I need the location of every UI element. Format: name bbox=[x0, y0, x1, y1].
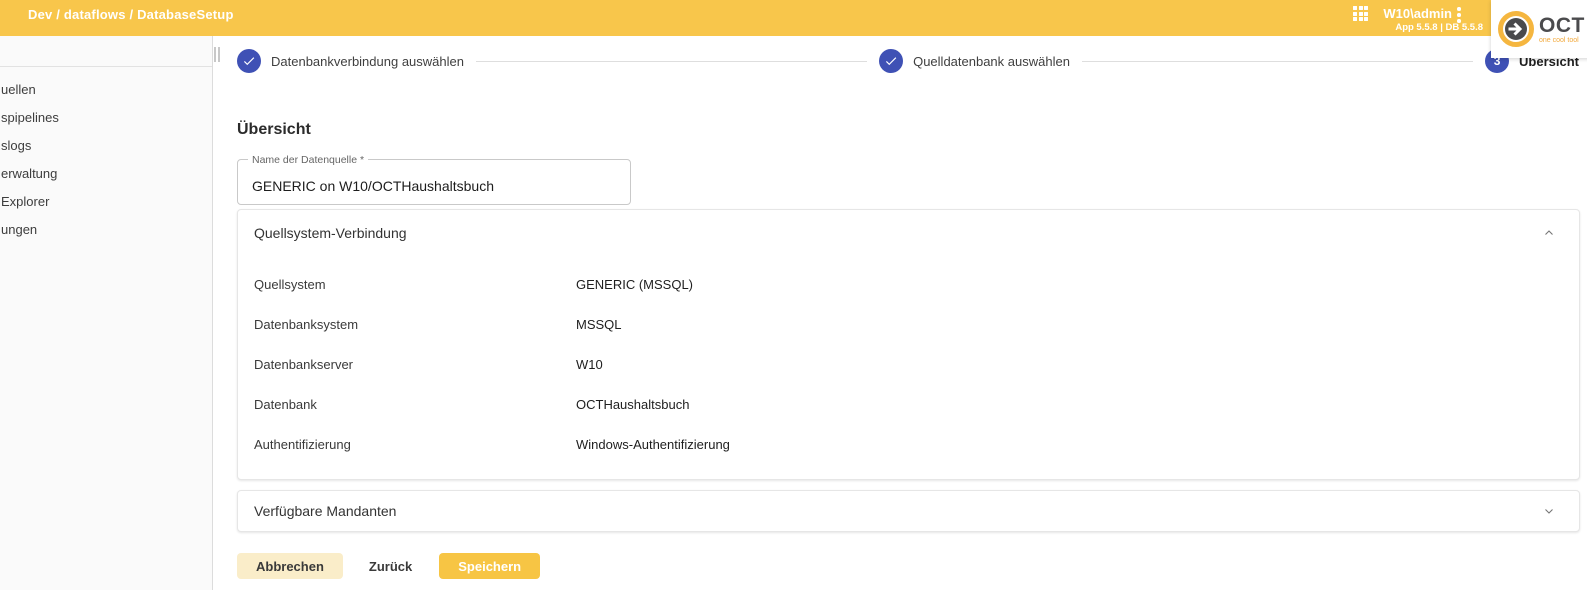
step-2[interactable]: Quelldatenbank auswählen bbox=[879, 49, 1070, 73]
user-menu[interactable]: W10\admin bbox=[1383, 6, 1452, 21]
datasource-name-label: Name der Datenquelle * bbox=[248, 154, 368, 166]
chevron-up-icon[interactable] bbox=[1543, 227, 1555, 239]
mandanten-panel-title: Verfügbare Mandanten bbox=[254, 503, 396, 519]
connection-panel-title: Quellsystem-Verbindung bbox=[254, 225, 407, 241]
detail-row: Datenbanksystem MSSQL bbox=[238, 304, 1579, 344]
sidebar-item-label: ungen bbox=[1, 222, 37, 237]
detail-value: GENERIC (MSSQL) bbox=[576, 277, 693, 292]
sidebar-header bbox=[0, 36, 212, 67]
wizard-content: Übersicht Name der Datenquelle * Quellsy… bbox=[237, 121, 1580, 579]
sidebar-item-einstellungen[interactable]: ungen bbox=[0, 215, 212, 243]
datasource-name-input[interactable] bbox=[252, 178, 616, 194]
main-area: Datenbankverbindung auswählen Quelldaten… bbox=[214, 36, 1587, 590]
oct-logo-icon bbox=[1497, 10, 1535, 48]
datasource-name-field[interactable]: Name der Datenquelle * bbox=[237, 159, 631, 205]
detail-value: Windows-Authentifizierung bbox=[576, 437, 730, 452]
detail-label: Authentifizierung bbox=[254, 437, 576, 452]
oct-logo: OCT one cool tool bbox=[1491, 0, 1587, 58]
mandanten-panel: Verfügbare Mandanten bbox=[237, 490, 1580, 532]
detail-value: W10 bbox=[576, 357, 603, 372]
connection-panel: Quellsystem-Verbindung Quellsystem GENER… bbox=[237, 209, 1580, 480]
step-1-label: Datenbankverbindung auswählen bbox=[271, 54, 464, 69]
top-bar: Dev / dataflows / DatabaseSetup W10\admi… bbox=[0, 0, 1587, 36]
back-button[interactable]: Zurück bbox=[351, 553, 430, 579]
save-button[interactable]: Speichern bbox=[439, 553, 540, 579]
step-2-check-icon bbox=[879, 49, 903, 73]
sidebar-item-datenquellen[interactable]: uellen bbox=[0, 75, 212, 103]
sidebar-item-label: Explorer bbox=[1, 194, 49, 209]
sidebar-item-pipelines[interactable]: spipelines bbox=[0, 103, 212, 131]
detail-row: Datenbankserver W10 bbox=[238, 344, 1579, 384]
sidebar-item-logs[interactable]: slogs bbox=[0, 131, 212, 159]
sidebar-item-verwaltung[interactable]: erwaltung bbox=[0, 159, 212, 187]
detail-label: Datenbanksystem bbox=[254, 317, 576, 332]
connection-panel-header[interactable]: Quellsystem-Verbindung bbox=[238, 210, 1579, 256]
sidebar-resize-handle[interactable] bbox=[214, 47, 220, 62]
sidebar-item-label: spipelines bbox=[1, 110, 59, 125]
detail-row: Quellsystem GENERIC (MSSQL) bbox=[238, 264, 1579, 304]
detail-label: Datenbank bbox=[254, 397, 576, 412]
stepper-connector bbox=[476, 61, 867, 62]
sidebar-nav: uellen spipelines slogs erwaltung Explor… bbox=[0, 75, 212, 243]
sidebar-item-label: slogs bbox=[1, 138, 31, 153]
step-1[interactable]: Datenbankverbindung auswählen bbox=[237, 49, 464, 73]
chevron-down-icon[interactable] bbox=[1543, 505, 1555, 517]
version-label: App 5.5.8 | DB 5.5.8 bbox=[1395, 22, 1483, 33]
sidebar-item-label: uellen bbox=[1, 82, 36, 97]
connection-panel-body: Quellsystem GENERIC (MSSQL) Datenbanksys… bbox=[238, 256, 1579, 479]
step-1-check-icon bbox=[237, 49, 261, 73]
page-title: Übersicht bbox=[237, 121, 1580, 139]
logo-text: OCT bbox=[1539, 15, 1585, 36]
detail-value: OCTHaushaltsbuch bbox=[576, 397, 689, 412]
wizard-stepper: Datenbankverbindung auswählen Quelldaten… bbox=[237, 49, 1579, 73]
step-2-label: Quelldatenbank auswählen bbox=[913, 54, 1070, 69]
sidebar-item-explorer[interactable]: Explorer bbox=[0, 187, 212, 215]
sidebar-item-label: erwaltung bbox=[1, 166, 57, 181]
detail-label: Quellsystem bbox=[254, 277, 576, 292]
stepper-connector bbox=[1082, 61, 1473, 62]
detail-row: Authentifizierung Windows-Authentifizier… bbox=[238, 424, 1579, 464]
action-bar: Abbrechen Zurück Speichern bbox=[237, 553, 1580, 579]
breadcrumb[interactable]: Dev / dataflows / DatabaseSetup bbox=[28, 7, 234, 22]
sidebar: uellen spipelines slogs erwaltung Explor… bbox=[0, 36, 213, 590]
logo-tagline: one cool tool bbox=[1539, 37, 1585, 44]
mandanten-panel-header[interactable]: Verfügbare Mandanten bbox=[238, 491, 1579, 531]
more-options-icon[interactable] bbox=[1456, 6, 1462, 24]
cancel-button[interactable]: Abbrechen bbox=[237, 553, 343, 579]
apps-grid-icon[interactable] bbox=[1353, 6, 1368, 21]
detail-row: Datenbank OCTHaushaltsbuch bbox=[238, 384, 1579, 424]
detail-label: Datenbankserver bbox=[254, 357, 576, 372]
detail-value: MSSQL bbox=[576, 317, 622, 332]
